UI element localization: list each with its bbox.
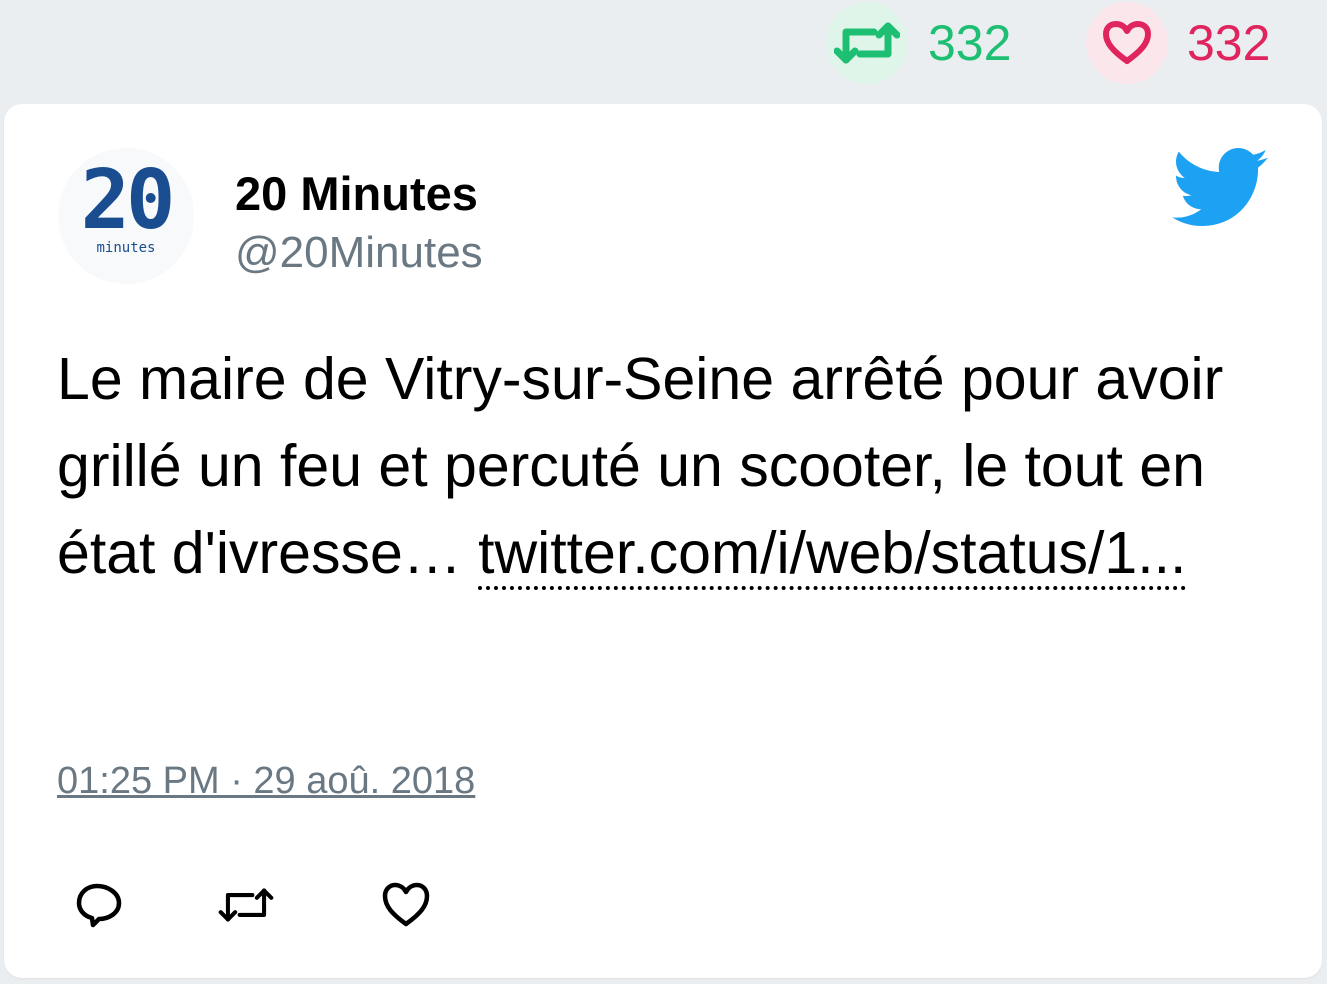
like-button[interactable] xyxy=(378,877,434,933)
like-count: 332 xyxy=(1187,15,1271,71)
tweet-actions xyxy=(72,877,472,933)
twitter-bird-icon[interactable] xyxy=(1172,148,1268,228)
svg-text:minutes: minutes xyxy=(96,240,155,256)
engagement-stats: 332 332 xyxy=(0,0,1327,100)
tweet-text: Le maire de Vitry-sur-Seine arrêté pour … xyxy=(57,336,1267,597)
tweet-card: 20 minutes 20 Minutes @20Minutes Le mair… xyxy=(4,104,1322,978)
20-minutes-logo: 20 minutes xyxy=(81,156,176,256)
svg-text:20: 20 xyxy=(81,156,172,248)
retweet-button[interactable] xyxy=(218,877,274,933)
retweet-count: 332 xyxy=(928,15,1012,71)
reply-icon xyxy=(76,883,122,928)
retweet-stat-icon[interactable] xyxy=(826,2,908,84)
tweet-link[interactable]: twitter.com/i/web/status/1... xyxy=(478,520,1187,590)
reply-button[interactable] xyxy=(72,877,128,933)
retweet-icon xyxy=(218,888,274,922)
like-stat-icon[interactable] xyxy=(1086,2,1168,84)
display-name[interactable]: 20 Minutes xyxy=(235,166,478,221)
avatar[interactable]: 20 minutes xyxy=(58,148,194,284)
tweet-timestamp[interactable]: 01:25 PM · 29 aoû. 2018 xyxy=(57,760,475,803)
heart-icon xyxy=(382,882,430,927)
heart-icon xyxy=(1103,21,1151,64)
retweet-icon xyxy=(834,22,900,64)
user-handle[interactable]: @20Minutes xyxy=(235,228,483,278)
